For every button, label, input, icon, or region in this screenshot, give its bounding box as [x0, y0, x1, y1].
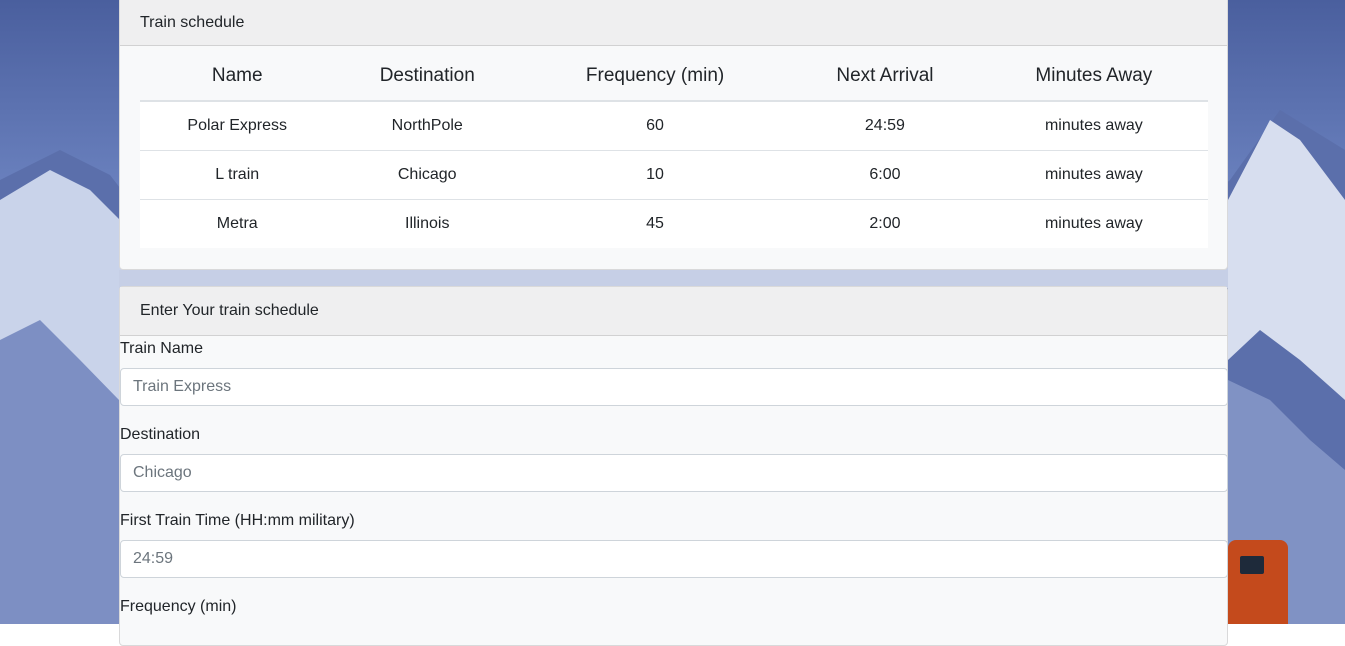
schedule-form-card: Enter Your train schedule Train Name Des…: [119, 286, 1228, 646]
table-row: L train Chicago 10 6:00 minutes away: [140, 150, 1208, 200]
cell-destination: NorthPole: [334, 101, 521, 151]
schedule-table-header-row: Name Destination Frequency (min) Next Ar…: [140, 51, 1208, 102]
column-header-minutes-away: Minutes Away: [979, 51, 1208, 102]
cell-minutes-away: minutes away: [979, 150, 1208, 200]
cell-next-arrival: 2:00: [790, 199, 980, 248]
cell-destination: Illinois: [334, 199, 521, 248]
train-engine-graphic: [1228, 540, 1288, 624]
table-row: Polar Express NorthPole 60 24:59 minutes…: [140, 101, 1208, 151]
cell-minutes-away: minutes away: [979, 101, 1208, 151]
cell-next-arrival: 24:59: [790, 101, 980, 151]
cell-destination: Chicago: [334, 150, 521, 200]
frequency-label: Frequency (min): [120, 598, 237, 615]
schedule-card: Train schedule Name Destination Frequenc…: [119, 0, 1228, 270]
first-train-time-label: First Train Time (HH:mm military): [120, 512, 355, 529]
table-row: Metra Illinois 45 2:00 minutes away: [140, 199, 1208, 248]
cell-frequency: 45: [520, 199, 791, 248]
train-window-graphic: [1240, 556, 1264, 574]
train-name-input[interactable]: [120, 368, 1228, 406]
schedule-card-header: Train schedule: [120, 0, 1227, 46]
cell-train-name: Polar Express: [140, 101, 335, 151]
train-name-label: Train Name: [120, 340, 203, 357]
destination-input[interactable]: [120, 454, 1228, 492]
cell-train-name: Metra: [140, 199, 335, 248]
destination-label: Destination: [120, 426, 201, 443]
form-card-header: Enter Your train schedule: [120, 287, 1227, 336]
cell-frequency: 10: [520, 150, 791, 200]
cell-train-name: L train: [140, 150, 335, 200]
column-header-next-arrival: Next Arrival: [790, 51, 980, 102]
cell-next-arrival: 6:00: [790, 150, 980, 200]
column-header-frequency: Frequency (min): [520, 51, 791, 102]
column-header-destination: Destination: [334, 51, 521, 102]
cell-frequency: 60: [520, 101, 791, 151]
schedule-table: Name Destination Frequency (min) Next Ar…: [140, 51, 1208, 248]
first-train-time-input[interactable]: [120, 540, 1228, 578]
cell-minutes-away: minutes away: [979, 199, 1208, 248]
column-header-name: Name: [140, 51, 335, 102]
